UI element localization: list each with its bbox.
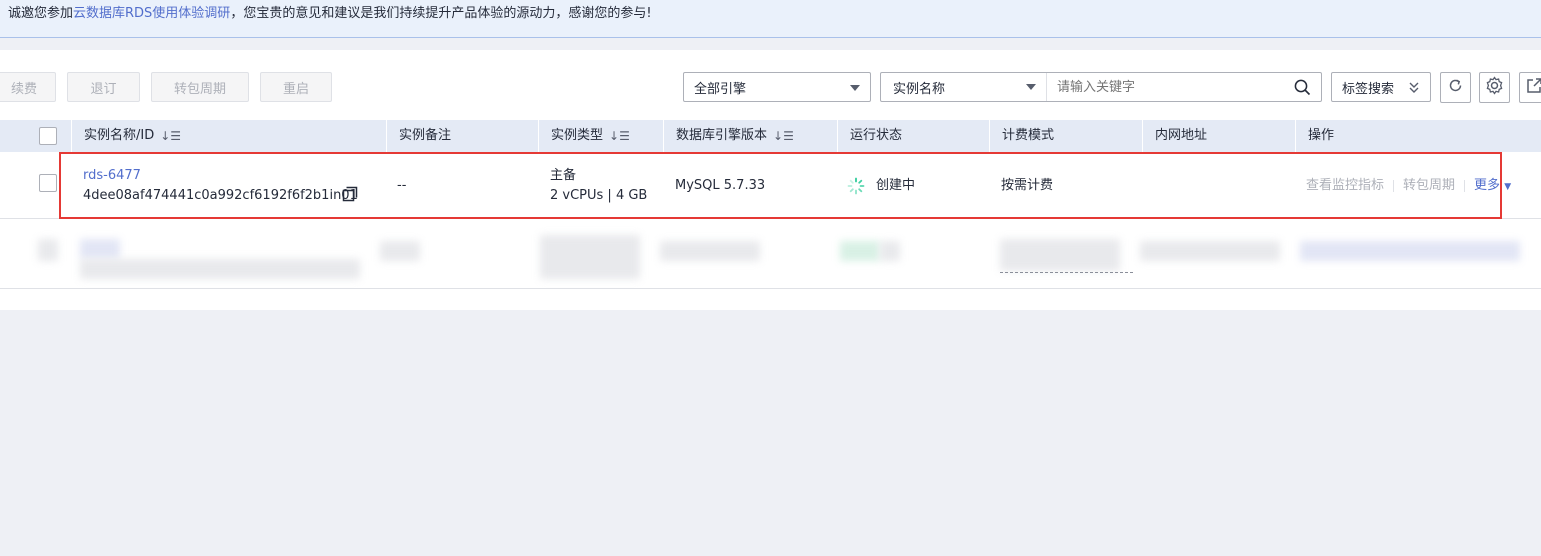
restart-button[interactable]: 重启 xyxy=(260,72,332,102)
select-all-checkbox[interactable] xyxy=(39,127,57,145)
gear-icon xyxy=(1485,76,1504,99)
column-header-label: 内网地址 xyxy=(1155,128,1208,143)
table-header: 实例名称/ID ↓☰ 实例备注 实例类型 ↓☰ 数据库引擎版本 ↓☰ 运行状态 计费模… xyxy=(0,120,1541,152)
column-header-label: 实例类型 xyxy=(551,128,604,143)
to-monthly-link[interactable]: 转包周期 xyxy=(1403,178,1455,193)
column-header-engine-version[interactable]: 数据库引擎版本 ↓☰ xyxy=(663,120,837,152)
caret-down-icon: ▼ xyxy=(1504,182,1512,192)
redacted-block xyxy=(380,241,420,261)
column-header-label: 运行状态 xyxy=(850,128,903,143)
copy-icon[interactable] xyxy=(342,186,358,208)
engine-filter-select[interactable]: 全部引擎 xyxy=(683,72,871,102)
instance-type-mode: 主备 xyxy=(550,168,577,183)
column-header-label: 计费模式 xyxy=(1002,128,1055,143)
instance-status: 创建中 xyxy=(876,178,916,193)
redacted-block xyxy=(660,241,760,261)
loading-spinner-icon xyxy=(847,177,865,201)
column-header-label: 实例名称/ID xyxy=(84,128,155,143)
engine-version: MySQL 5.7.33 xyxy=(675,178,766,193)
redacted-block xyxy=(38,239,58,261)
instance-id: 4dee08af474441c0a992cf6192f6f2b1in01 xyxy=(83,188,358,203)
redacted-block xyxy=(840,241,880,261)
instance-type-spec: 2 vCPUs | 4 GB xyxy=(550,188,648,203)
column-header-remark: 实例备注 xyxy=(386,120,538,152)
search-icon[interactable] xyxy=(1294,79,1311,100)
instance-remark: -- xyxy=(397,178,407,193)
search-field-value: 实例名称 xyxy=(893,81,946,97)
more-dropdown[interactable]: 更多 ▼ xyxy=(1474,178,1511,193)
chevron-down-icon xyxy=(850,85,860,91)
sort-icon[interactable]: ↓☰ xyxy=(773,120,794,152)
instance-name-link[interactable]: rds-6477 xyxy=(83,166,141,185)
notice-prefix: 诚邀您参加 xyxy=(8,6,74,21)
search-box[interactable]: 实例名称 xyxy=(880,72,1322,102)
column-header-billing: 计费模式 xyxy=(989,120,1142,152)
column-header-status: 运行状态 xyxy=(837,120,989,152)
chevron-down-icon xyxy=(1026,84,1036,90)
redacted-block xyxy=(80,259,360,279)
redacted-block xyxy=(80,239,120,259)
survey-link[interactable]: 云数据库RDS使用体验调研 xyxy=(73,6,230,21)
view-monitoring-link[interactable]: 查看监控指标 xyxy=(1306,178,1384,193)
table-row-redacted xyxy=(0,219,1541,289)
more-label: 更多 xyxy=(1474,178,1501,193)
column-header-type[interactable]: 实例类型 ↓☰ xyxy=(538,120,663,152)
refresh-icon xyxy=(1447,77,1464,98)
table-row: rds-6477 4dee08af474441c0a992cf6192f6f2b… xyxy=(0,152,1541,219)
column-header-label: 数据库引擎版本 xyxy=(676,128,768,143)
dashed-underline xyxy=(1000,272,1133,273)
engine-filter-value: 全部引擎 xyxy=(694,81,747,97)
column-header-name-id[interactable]: 实例名称/ID ↓☰ xyxy=(71,120,386,152)
redacted-block xyxy=(1300,241,1520,261)
settings-button[interactable] xyxy=(1479,72,1510,103)
renew-button[interactable]: 续费 xyxy=(0,72,56,102)
op-actions: 查看监控指标 转包周期 更多 ▼ xyxy=(1306,176,1511,197)
sort-icon[interactable]: ↓☰ xyxy=(160,120,181,152)
notice-suffix: ，您宝贵的意见和建议是我们持续提升产品体验的源动力，感谢您的参与! xyxy=(230,6,652,21)
redacted-block xyxy=(1000,239,1120,271)
column-header-label: 实例备注 xyxy=(399,128,452,143)
redacted-block xyxy=(540,235,640,279)
export-icon xyxy=(1525,76,1541,99)
sort-icon[interactable]: ↓☰ xyxy=(609,120,630,152)
unsubscribe-button[interactable]: 退订 xyxy=(67,72,140,102)
tag-search-button[interactable]: 标签搜索 xyxy=(1331,72,1431,102)
search-field-select[interactable]: 实例名称 xyxy=(881,73,1047,101)
column-header-operations: 操作 xyxy=(1295,120,1541,152)
column-header-label: 操作 xyxy=(1308,128,1335,143)
redacted-block xyxy=(880,241,900,261)
row-checkbox[interactable] xyxy=(39,174,57,192)
divider xyxy=(1464,179,1466,192)
tag-search-label: 标签搜索 xyxy=(1342,81,1395,97)
billing-mode: 按需计费 xyxy=(1001,178,1054,193)
refresh-button[interactable] xyxy=(1440,72,1471,103)
to-monthly-button[interactable]: 转包周期 xyxy=(151,72,249,102)
double-chevron-down-icon xyxy=(1408,80,1420,98)
survey-notice: 诚邀您参加云数据库RDS使用体验调研，您宝贵的意见和建议是我们持续提升产品体验的… xyxy=(0,0,1541,38)
column-header-private-ip: 内网地址 xyxy=(1142,120,1295,152)
export-button[interactable] xyxy=(1519,72,1541,103)
redacted-block xyxy=(1140,241,1280,261)
divider xyxy=(1393,179,1395,192)
search-input[interactable] xyxy=(1057,74,1277,100)
